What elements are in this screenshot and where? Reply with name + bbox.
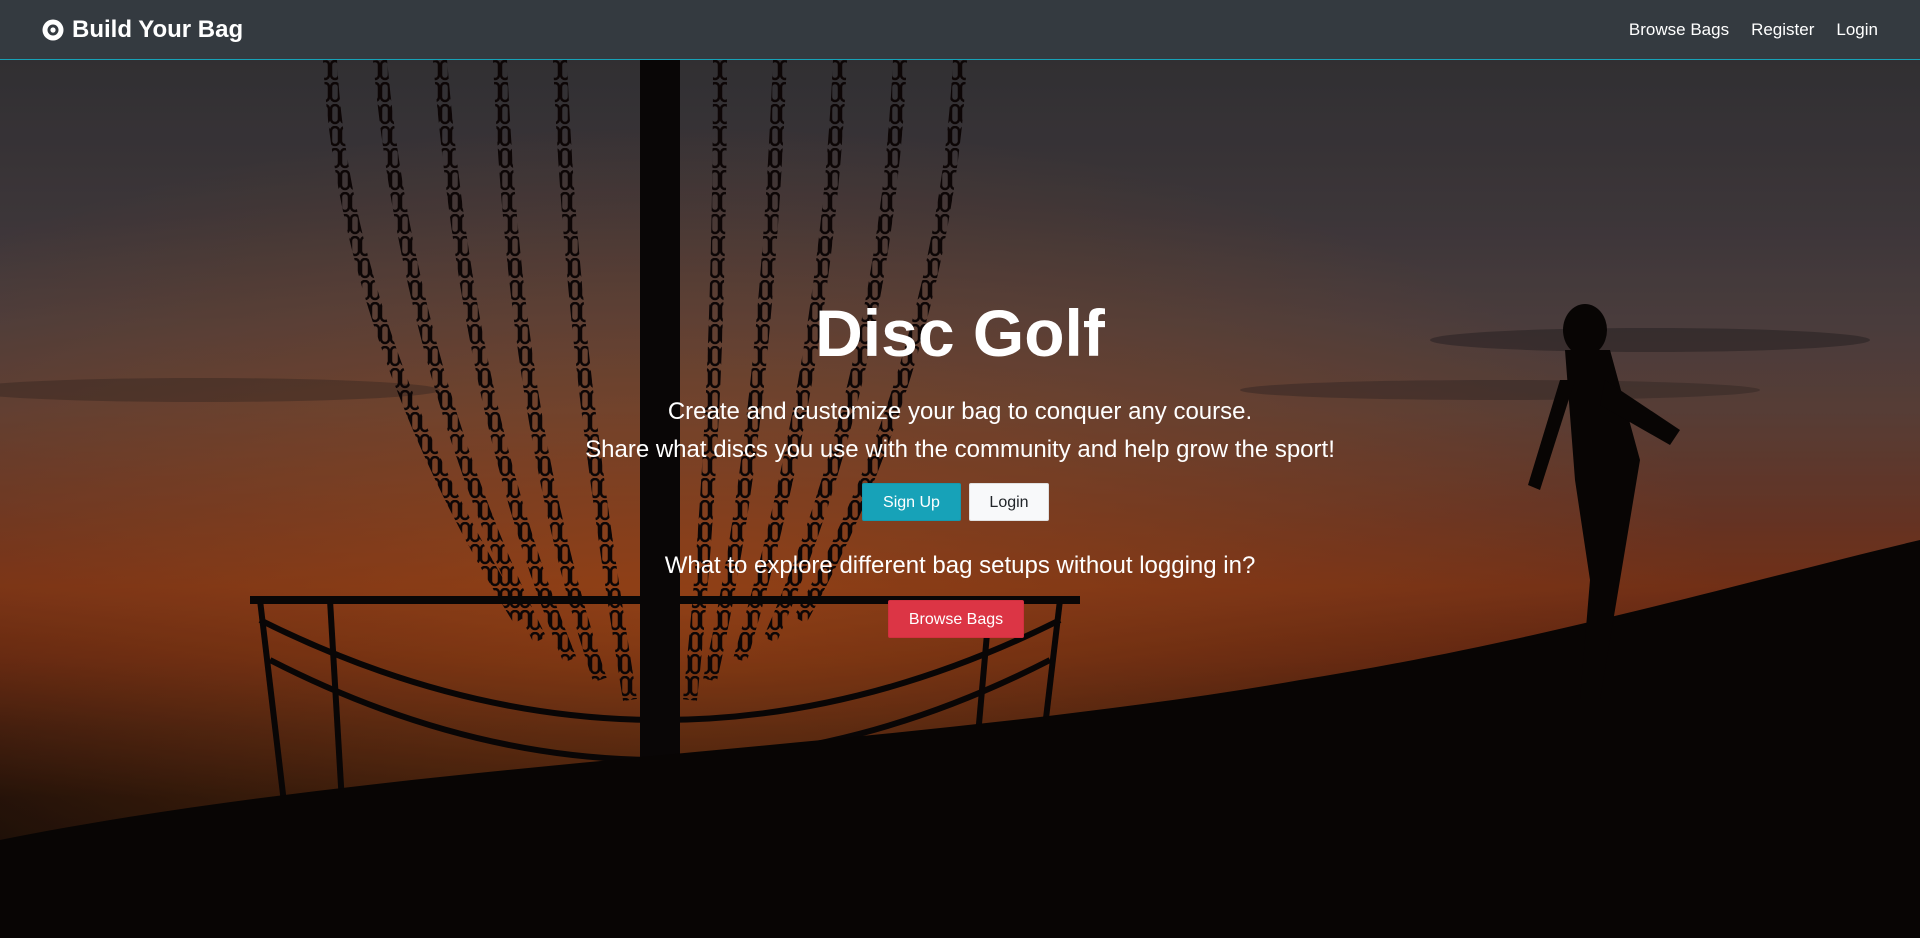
nav-login[interactable]: Login [1836, 20, 1878, 40]
sign-up-button[interactable]: Sign Up [862, 483, 961, 521]
hero-tagline-1: Create and customize your bag to conquer… [667, 398, 1253, 425]
hero-title: Disc Golf [815, 296, 1105, 370]
explore-prompt: What to explore different bag setups wit… [664, 552, 1256, 579]
browse-bags-button[interactable]: Browse Bags [888, 600, 1024, 638]
top-navbar: Build Your Bag Browse Bags Register Logi… [0, 0, 1920, 60]
login-button[interactable]: Login [969, 483, 1049, 521]
brand-link[interactable]: Build Your Bag [42, 16, 243, 44]
nav-register[interactable]: Register [1751, 20, 1814, 40]
brand-name: Build Your Bag [72, 15, 244, 43]
nav-browse-bags[interactable]: Browse Bags [1629, 20, 1729, 40]
nav-links: Browse Bags Register Login [1607, 20, 1878, 40]
hero-tagline-2: Share what discs you use with the commun… [585, 436, 1335, 463]
disc-icon [42, 19, 64, 40]
hero-banner: Disc Golf Create and customize your bag … [0, 60, 1920, 938]
